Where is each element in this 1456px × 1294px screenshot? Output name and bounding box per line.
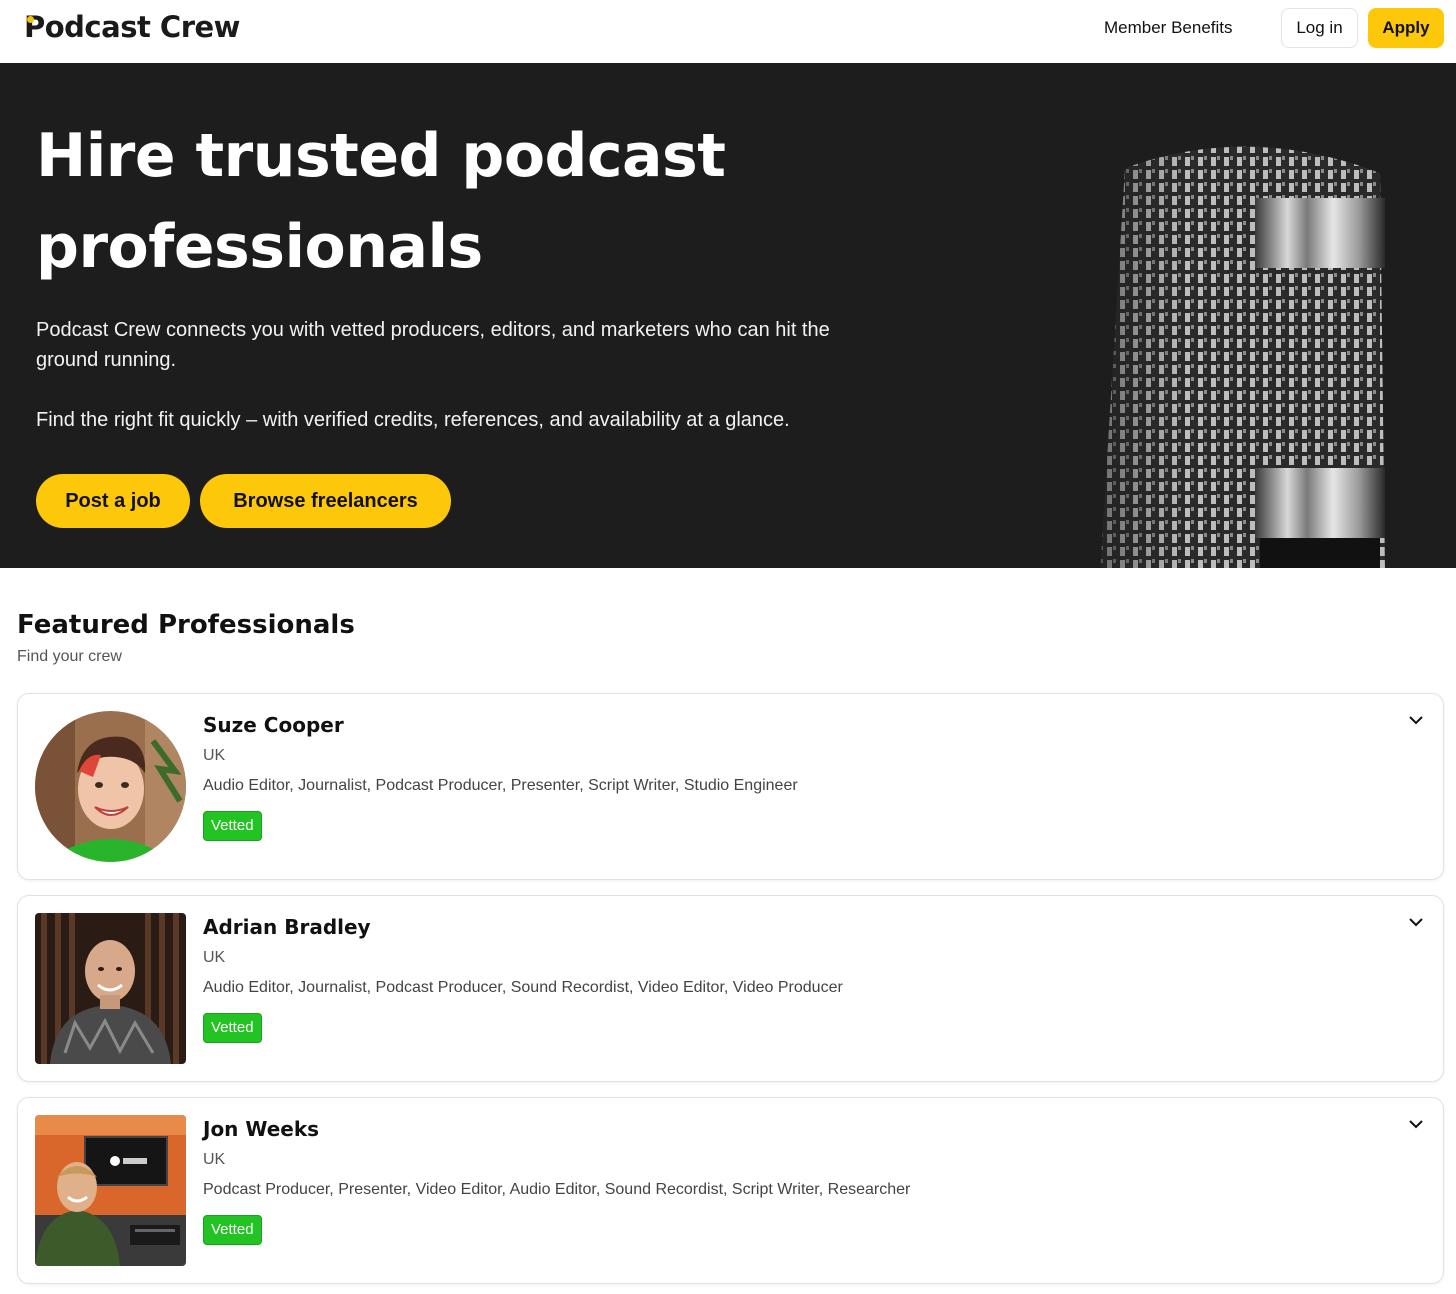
vetted-badge: Vetted bbox=[203, 811, 262, 841]
professional-card[interactable]: Adrian Bradley UK Audio Editor, Journali… bbox=[17, 895, 1444, 1082]
chevron-down-icon[interactable] bbox=[1408, 714, 1424, 726]
chevron-down-icon[interactable] bbox=[1408, 916, 1424, 928]
vetted-badge: Vetted bbox=[203, 1013, 262, 1043]
logo-dot-icon bbox=[27, 16, 34, 23]
post-job-button[interactable]: Post a job bbox=[36, 474, 190, 528]
hero-title-line-1: Hire trusted podcast bbox=[36, 121, 726, 191]
browse-freelancers-button[interactable]: Browse freelancers bbox=[200, 474, 451, 528]
professional-roles: Audio Editor, Journalist, Podcast Produc… bbox=[203, 979, 843, 996]
apply-button[interactable]: Apply bbox=[1368, 8, 1444, 48]
avatar bbox=[35, 913, 186, 1064]
professional-name[interactable]: Jon Weeks bbox=[203, 1117, 319, 1141]
login-button[interactable]: Log in bbox=[1281, 8, 1358, 48]
professional-location: UK bbox=[203, 747, 226, 764]
site-header: Podcast Crew Member Benefits Log in Appl… bbox=[0, 0, 1456, 63]
logo-mark: Podcast Crew bbox=[24, 10, 240, 44]
featured-subtitle: Find your crew bbox=[17, 648, 122, 665]
logo[interactable]: Podcast Crew bbox=[24, 10, 240, 44]
professional-location: UK bbox=[203, 949, 226, 966]
professional-roles: Podcast Producer, Presenter, Video Edito… bbox=[203, 1181, 911, 1198]
vetted-badge: Vetted bbox=[203, 1215, 262, 1245]
hero-section: Hire trusted podcast professionals Podca… bbox=[0, 63, 1456, 568]
professional-location: UK bbox=[203, 1151, 226, 1168]
hero-title: Hire trusted podcast professionals bbox=[36, 111, 936, 293]
featured-title: Featured Professionals bbox=[17, 610, 355, 640]
hero-description: Podcast Crew connects you with vetted pr… bbox=[36, 319, 830, 371]
logo-text: Podcast Crew bbox=[24, 10, 240, 44]
hero-title-line-2: professionals bbox=[36, 212, 483, 282]
microphone-image bbox=[1040, 103, 1456, 568]
avatar bbox=[35, 1115, 186, 1266]
nav-member-benefits[interactable]: Member Benefits bbox=[1104, 18, 1233, 38]
professional-roles: Audio Editor, Journalist, Podcast Produc… bbox=[203, 777, 798, 794]
professional-name[interactable]: Suze Cooper bbox=[203, 713, 344, 737]
chevron-down-icon[interactable] bbox=[1408, 1118, 1424, 1130]
professional-card[interactable]: Suze Cooper UK Audio Editor, Journalist,… bbox=[17, 693, 1444, 880]
avatar bbox=[35, 711, 186, 862]
professional-name[interactable]: Adrian Bradley bbox=[203, 915, 371, 939]
professional-card[interactable]: Jon Weeks UK Podcast Producer, Presenter… bbox=[17, 1097, 1444, 1284]
hero-subdescription: Find the right fit quickly – with verifi… bbox=[36, 409, 790, 431]
